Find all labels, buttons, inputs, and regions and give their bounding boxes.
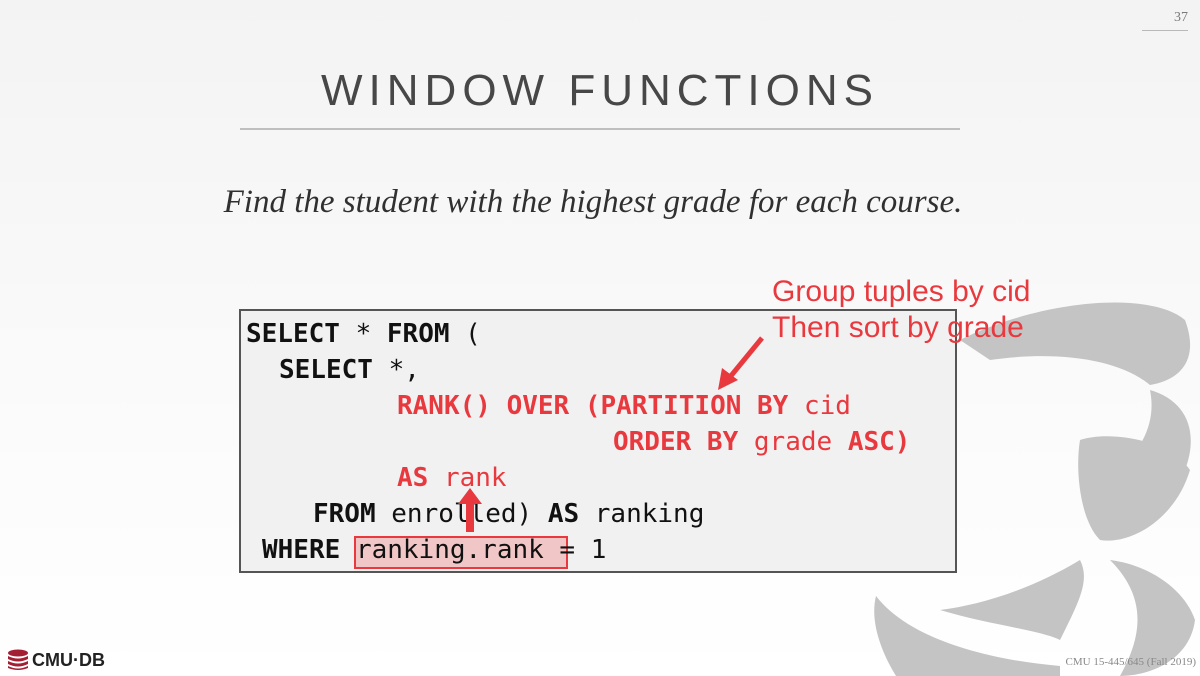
keyword-red: ORDER BY [613,427,739,457]
code-text-red: rank [428,463,507,493]
title-divider [240,128,960,130]
slide-title: WINDOW FUNCTIONS [321,66,879,115]
keyword: SELECT [246,319,340,349]
code-text-red: grade [738,427,848,457]
course-footer: CMU 15-445/645 (Fall 2019) [1065,656,1196,668]
code-text: * [339,319,387,349]
annotation-line-2: Then sort by grade [772,311,1024,344]
keyword: SELECT [279,355,373,385]
code-text: *, [372,355,420,385]
code-line-2: SELECT *, [279,355,420,385]
annotation: Group tuples by cid Then sort by grade [772,274,1030,346]
code-text: ( [449,319,481,349]
database-icon [8,649,28,670]
slide-subtitle: Find the student with the highest grade … [223,184,963,220]
code-line-5: AS rank [397,463,507,493]
highlighted-code: ranking.rank [355,535,544,565]
code-line-3: RANK() OVER (PARTITION BY cid [397,391,851,421]
keyword: FROM [313,499,376,529]
code-text: ranking [579,499,705,529]
code-line-1: SELECT * FROM ( [246,319,481,349]
code-line-6: FROM enrolled) AS ranking [313,499,704,529]
annotation-line-1: Group tuples by cid [772,275,1031,308]
code-line-7: WHERE ranking.rank = 1 [262,535,606,565]
keyword: WHERE [262,535,341,565]
keyword: FROM [386,319,450,349]
cmu-db-logo: CMU·DB [6,647,105,673]
code-line-4: ORDER BY grade ASC) [613,427,910,457]
keyword-red: AS [397,463,429,493]
code-text: = 1 [543,535,607,565]
page-number: 37 [1142,10,1188,31]
keyword-red: ASC) [847,427,911,457]
keyword: AS [547,499,580,529]
code-text: enrolled) [375,499,548,529]
logo-text: CMU·DB [32,649,105,670]
keyword-red: RANK() OVER (PARTITION BY [397,391,789,421]
code-text-red: cid [788,391,851,421]
